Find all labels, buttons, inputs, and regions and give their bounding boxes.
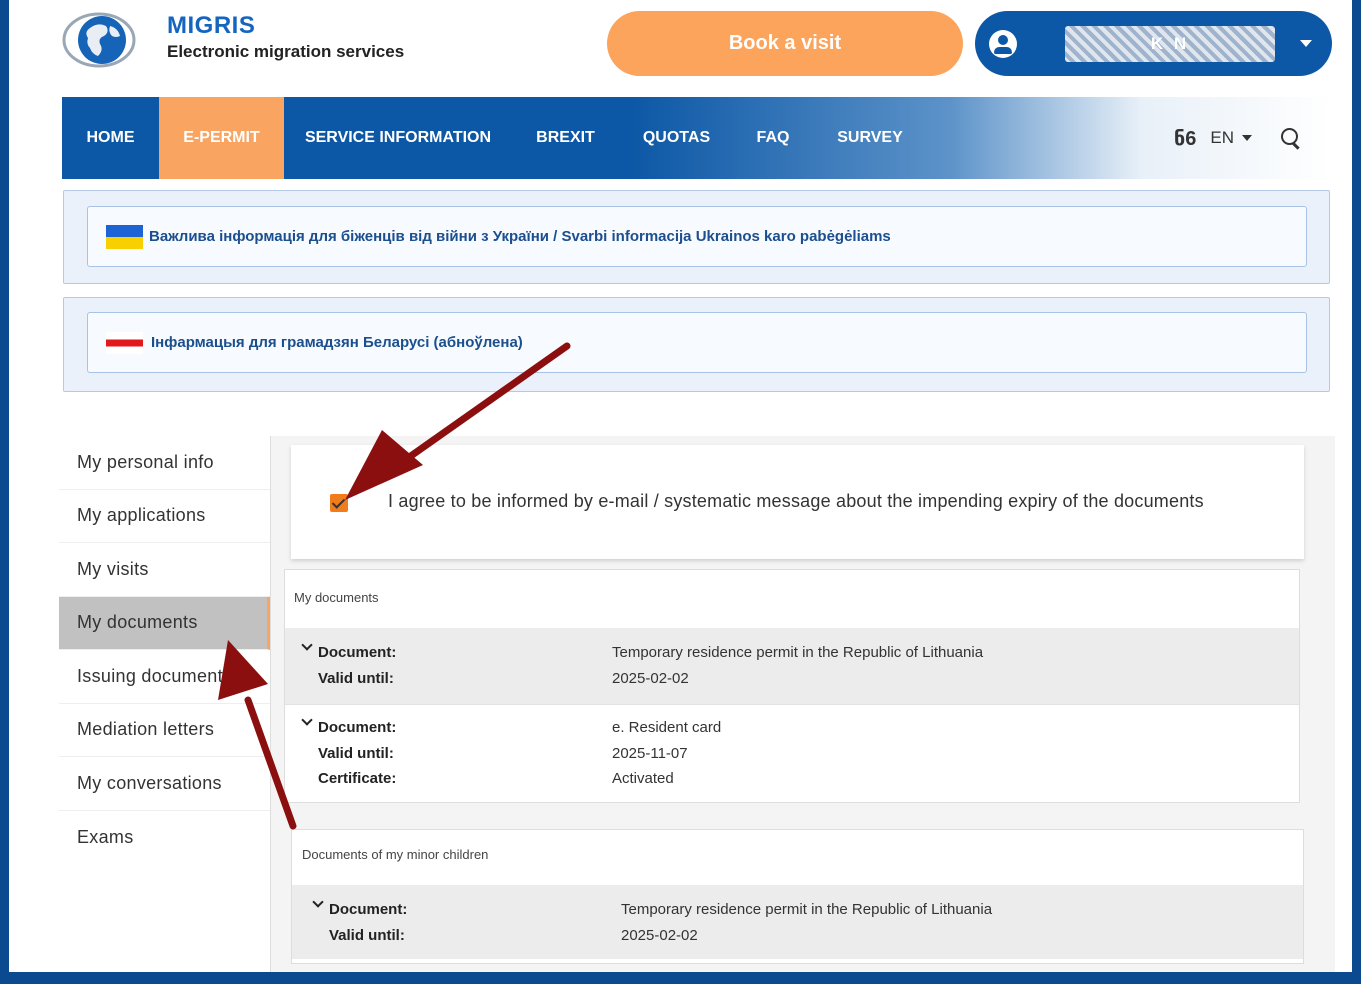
belarus-notice-link[interactable]: Інфармацыя для грамадзян Беларусі (абноў…	[87, 312, 1307, 373]
globe-logo-icon[interactable]	[62, 8, 136, 72]
account-sidebar: My personal info My applications My visi…	[59, 436, 271, 972]
frame-bottom-border	[0, 972, 1361, 984]
children-documents-title: Documents of my minor children	[302, 847, 489, 862]
brand-subtitle: Electronic migration services	[167, 42, 405, 61]
certificate-value: Activated	[612, 770, 674, 787]
document-row[interactable]	[285, 628, 1299, 704]
language-selector[interactable]: EN	[1210, 128, 1252, 148]
certificate-label: Certificate:	[318, 770, 397, 787]
document-row[interactable]	[292, 885, 1303, 959]
valid-until-value: 2025-11-07	[612, 745, 688, 762]
belarus-notice-panel: Інфармацыя для грамадзян Беларусі (абноў…	[63, 297, 1330, 392]
book-visit-button[interactable]: Book a visit	[607, 11, 963, 76]
belarus-flag-icon	[106, 331, 143, 354]
nav-tools: ნ6 EN	[1174, 97, 1302, 179]
ukraine-notice-link[interactable]: Важлива інформація для біженців від війн…	[87, 206, 1307, 267]
document-name: Temporary residence permit in the Republ…	[621, 901, 993, 918]
caret-down-icon	[1300, 40, 1312, 47]
language-label: EN	[1210, 128, 1234, 147]
sidebar-item-issuing-documents[interactable]: Issuing documents	[59, 650, 270, 704]
document-label: Document:	[318, 644, 397, 661]
user-menu-button[interactable]: K N	[975, 11, 1332, 76]
nav-item-service-information[interactable]: SERVICE INFORMATION	[284, 97, 512, 179]
valid-until-label: Valid until:	[318, 745, 394, 762]
consent-text: I agree to be informed by e-mail / syste…	[388, 491, 1204, 511]
user-account-icon	[989, 29, 1017, 58]
nav-item-survey[interactable]: SURVEY	[828, 97, 912, 179]
sidebar-item-personal-info[interactable]: My personal info	[59, 436, 270, 490]
belarus-notice-text: Інфармацыя для грамадзян Беларусі (абноў…	[151, 334, 523, 351]
sidebar-item-exams[interactable]: Exams	[59, 811, 270, 865]
main-navigation: HOME E-PERMIT SERVICE INFORMATION BREXIT…	[62, 97, 1332, 179]
brand: MIGRIS Electronic migration services	[167, 12, 404, 62]
my-documents-title: My documents	[294, 590, 379, 605]
document-name: e. Resident card	[612, 719, 722, 736]
user-name-masked: K N	[1065, 25, 1275, 62]
document-label: Document:	[318, 719, 397, 736]
nav-item-home[interactable]: HOME	[62, 97, 159, 179]
sidebar-item-visits[interactable]: My visits	[59, 543, 270, 597]
document-row[interactable]	[285, 704, 1299, 802]
valid-until-label: Valid until:	[318, 670, 394, 687]
valid-until-value: 2025-02-02	[621, 927, 698, 944]
nav-item-quotas[interactable]: QUOTAS	[630, 97, 723, 179]
brand-title: MIGRIS	[167, 12, 256, 39]
nav-item-e-permit[interactable]: E-PERMIT	[159, 97, 284, 179]
document-name: Temporary residence permit in the Republ…	[612, 644, 984, 661]
ukraine-notice-panel: Важлива інформація для біженців від війн…	[63, 190, 1330, 284]
sidebar-item-mediation-letters[interactable]: Mediation letters	[59, 704, 270, 757]
ukraine-notice-text: Важлива інформація для біженців від війн…	[149, 228, 891, 245]
frame-right-border	[1352, 0, 1361, 984]
ukraine-flag-icon	[106, 224, 143, 249]
sidebar-item-applications[interactable]: My applications	[59, 490, 270, 543]
search-icon[interactable]	[1280, 127, 1302, 149]
sidebar-item-documents[interactable]: My documents	[59, 596, 270, 650]
nav-item-brexit[interactable]: BREXIT	[522, 97, 609, 179]
sidebar-item-conversations[interactable]: My conversations	[59, 757, 270, 811]
accessibility-glasses-icon[interactable]: ნ6	[1174, 126, 1197, 151]
document-label: Document:	[329, 901, 408, 918]
caret-down-icon	[1242, 135, 1252, 141]
valid-until-label: Valid until:	[329, 927, 405, 944]
frame-left-border	[0, 0, 9, 984]
nav-item-faq[interactable]: FAQ	[745, 97, 801, 179]
expiry-notification-checkbox[interactable]	[330, 494, 348, 512]
valid-until-value: 2025-02-02	[612, 670, 689, 687]
